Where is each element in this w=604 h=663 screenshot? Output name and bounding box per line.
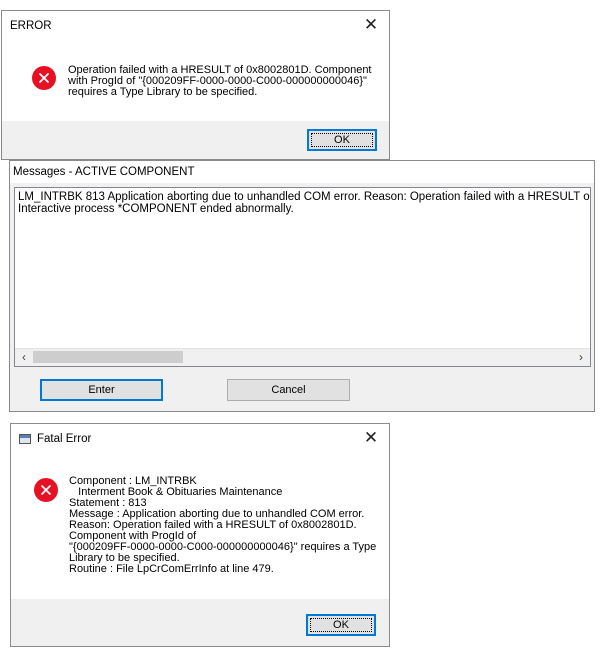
chevron-right-icon[interactable]: › xyxy=(574,350,588,365)
close-icon[interactable]: ✕ xyxy=(363,16,379,33)
fatal-error-message-area: Component : LM_INTRBK Interment Book & O… xyxy=(11,454,389,599)
scrollbar-thumb[interactable] xyxy=(33,351,183,363)
messages-dialog: Messages - ACTIVE COMPONENT LM_INTRBK 81… xyxy=(9,160,595,412)
focus-rectangle xyxy=(310,618,372,632)
messages-dialog-titlebar: Messages - ACTIVE COMPONENT xyxy=(10,161,594,183)
enter-button-label: Enter xyxy=(88,384,115,396)
ok-button[interactable]: OK xyxy=(306,614,376,636)
cancel-button[interactable]: Cancel xyxy=(227,379,350,401)
fatal-error-titlebar: Fatal Error ✕ xyxy=(11,424,389,454)
horizontal-scrollbar[interactable]: ‹ › xyxy=(15,348,590,366)
fatal-error-dialog: Fatal Error ✕ Component : LM_INTRBK Inte… xyxy=(10,423,390,647)
error-message: Operation failed with a HRESULT of 0x800… xyxy=(68,65,372,98)
focus-rectangle xyxy=(311,133,373,147)
log-line: Interactive process *COMPONENT ended abn… xyxy=(18,203,294,215)
error-icon xyxy=(32,66,56,90)
messages-text-area[interactable]: LM_INTRBK 813 Application aborting due t… xyxy=(14,187,591,367)
enter-button[interactable]: Enter xyxy=(40,379,163,401)
error-dialog-titlebar: ERROR ✕ xyxy=(2,11,389,41)
fatal-error-title: Fatal Error xyxy=(37,433,92,445)
error-dialog-title: ERROR xyxy=(10,20,52,32)
chevron-left-icon[interactable]: ‹ xyxy=(17,350,31,365)
message-line: requires a Type Library to be specified. xyxy=(68,86,258,98)
message-line: Routine : File LpCrComErrInfo at line 47… xyxy=(69,563,274,575)
error-icon xyxy=(34,478,58,502)
messages-dialog-title: Messages - ACTIVE COMPONENT xyxy=(13,166,195,178)
error-dialog-message-area: Operation failed with a HRESULT of 0x800… xyxy=(2,41,389,121)
fatal-error-message: Component : LM_INTRBK Interment Book & O… xyxy=(69,476,376,575)
close-icon[interactable]: ✕ xyxy=(363,429,379,446)
error-dialog: ERROR ✕ Operation failed with a HRESULT … xyxy=(1,10,390,160)
messages-log: LM_INTRBK 813 Application aborting due t… xyxy=(18,191,591,215)
log-line: LM_INTRBK 813 Application aborting due t… xyxy=(18,191,591,203)
app-window-icon xyxy=(19,434,31,444)
cancel-button-label: Cancel xyxy=(271,384,306,396)
ok-button[interactable]: OK xyxy=(307,129,377,151)
